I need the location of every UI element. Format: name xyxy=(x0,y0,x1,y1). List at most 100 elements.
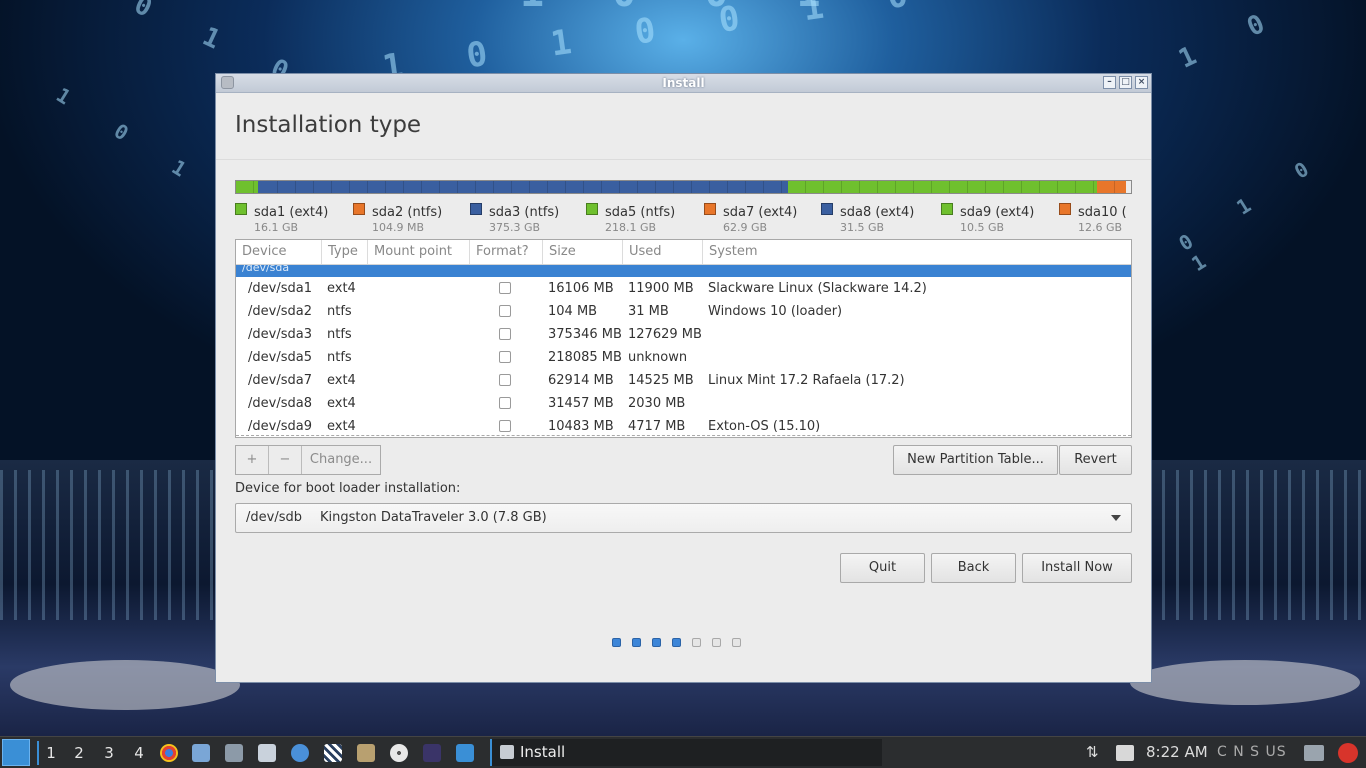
cell-used: 2030 MB xyxy=(628,396,686,411)
gimp-icon[interactable] xyxy=(357,744,375,762)
partition-legend: sda1 (ext4) 16.1 GB sda2 (ntfs) 104.9 MB sda… xyxy=(235,201,1132,235)
cell-size: 375346 MB xyxy=(548,327,622,342)
revert-button[interactable]: Revert xyxy=(1059,445,1132,475)
minimize-icon[interactable]: – xyxy=(1103,76,1116,89)
workspace-4[interactable]: 4 xyxy=(127,741,151,765)
step-dot xyxy=(732,638,741,647)
legend-swatch xyxy=(235,203,247,215)
col-used[interactable]: Used xyxy=(623,240,703,264)
format-checkbox[interactable] xyxy=(499,282,511,294)
col-format[interactable]: Format? xyxy=(470,240,543,264)
system-tools-icon[interactable] xyxy=(258,744,276,762)
col-size[interactable]: Size xyxy=(543,240,623,264)
table-row[interactable]: /dev/sda8 ext4 31457 MB 2030 MB xyxy=(236,392,1131,415)
new-partition-table-button[interactable]: New Partition Table... xyxy=(893,445,1058,475)
workspace-2[interactable]: 2 xyxy=(67,741,91,765)
format-checkbox[interactable] xyxy=(499,328,511,340)
bootloader-select[interactable]: /dev/sdb Kingston DataTraveler 3.0 (7.8 … xyxy=(235,503,1132,533)
disc-icon[interactable] xyxy=(390,744,408,762)
legend-swatch xyxy=(353,203,365,215)
format-checkbox[interactable] xyxy=(499,351,511,363)
chrome-icon[interactable] xyxy=(160,744,178,762)
window-titlebar[interactable]: Install – □ × xyxy=(216,74,1151,93)
step-dot xyxy=(692,638,701,647)
change-partition-button[interactable]: Change... xyxy=(302,446,380,474)
step-dot xyxy=(612,638,621,647)
format-checkbox[interactable] xyxy=(499,374,511,386)
table-row[interactable]: /dev/sda2 ntfs 104 MB 31 MB Windows 10 (load… xyxy=(236,300,1131,323)
legend-swatch xyxy=(586,203,598,215)
logout-icon[interactable] xyxy=(1338,743,1358,763)
maximize-icon[interactable]: □ xyxy=(1119,76,1132,89)
cell-device: /dev/sda7 xyxy=(248,373,312,388)
partition-table: Device Type Mount point Format? Size Use… xyxy=(235,239,1132,438)
col-device[interactable]: Device xyxy=(236,240,322,264)
close-icon[interactable]: × xyxy=(1135,76,1148,89)
workspace-1[interactable]: 1 xyxy=(37,741,63,765)
cell-device: /dev/sda5 xyxy=(248,350,312,365)
legend-name: sda8 (ext4) xyxy=(840,205,915,220)
storage-icon[interactable] xyxy=(1116,745,1134,761)
quit-button[interactable]: Quit xyxy=(840,553,925,583)
format-checkbox[interactable] xyxy=(499,420,511,432)
table-header: Device Type Mount point Format? Size Use… xyxy=(236,240,1131,265)
legend-size: 31.5 GB xyxy=(840,221,885,234)
table-row[interactable]: /dev/sda7 ext4 62914 MB 14525 MB Linux Mint … xyxy=(236,369,1131,392)
legend-swatch xyxy=(1059,203,1071,215)
legend-name: sda10 ( xyxy=(1078,205,1127,220)
cell-system: Windows 10 (loader) xyxy=(708,304,843,319)
cell-used: 127629 MB xyxy=(628,327,702,342)
back-button[interactable]: Back xyxy=(931,553,1016,583)
cell-type: ext4 xyxy=(327,373,356,388)
mail-icon[interactable] xyxy=(291,744,309,762)
legend-name: sda3 (ntfs) xyxy=(489,205,560,220)
cell-type: ntfs xyxy=(327,327,352,342)
clock[interactable]: 8:22 AM xyxy=(1146,737,1208,768)
cell-type: ext4 xyxy=(327,396,356,411)
table-row[interactable]: /dev/sda1 ext4 16106 MB 11900 MB Slackware L… xyxy=(236,277,1131,300)
col-mount-point[interactable]: Mount point xyxy=(368,240,470,264)
step-dot xyxy=(712,638,721,647)
terminal-icon[interactable] xyxy=(225,744,243,762)
table-bottom-edge xyxy=(236,435,1131,437)
legend-name: sda1 (ext4) xyxy=(254,205,329,220)
cell-used: 14525 MB xyxy=(628,373,694,388)
cell-device: /dev/sda2 xyxy=(248,304,312,319)
disk-group-row[interactable]: /dev/sda xyxy=(236,265,1131,277)
divider xyxy=(216,159,1151,160)
start-menu-button[interactable] xyxy=(2,739,30,766)
media-icon[interactable] xyxy=(423,744,441,762)
table-row[interactable]: /dev/sda5 ntfs 218085 MB unknown xyxy=(236,346,1131,369)
config-icon[interactable] xyxy=(324,744,342,762)
partition-segment xyxy=(259,181,788,193)
legend-size: 218.1 GB xyxy=(605,221,657,234)
legend-swatch xyxy=(821,203,833,215)
workspace-3[interactable]: 3 xyxy=(97,741,121,765)
partition-segment xyxy=(1096,181,1127,193)
legend-size: 375.3 GB xyxy=(489,221,541,234)
table-body: /dev/sda1 ext4 16106 MB 11900 MB Slackware L… xyxy=(236,277,1131,437)
install-window: Install – □ × Installation type sda1 (ex… xyxy=(215,73,1152,683)
step-dot xyxy=(632,638,641,647)
cell-device: /dev/sda3 xyxy=(248,327,312,342)
remove-partition-button[interactable]: − xyxy=(269,446,302,474)
cell-device: /dev/sda8 xyxy=(248,396,312,411)
partition-tools: + − Change... xyxy=(235,445,381,475)
legend-name: sda5 (ntfs) xyxy=(605,205,676,220)
step-progress xyxy=(612,638,741,647)
partition-bar xyxy=(235,180,1132,194)
download-icon[interactable] xyxy=(456,744,474,762)
format-checkbox[interactable] xyxy=(499,397,511,409)
file-manager-icon[interactable] xyxy=(192,744,210,762)
col-type[interactable]: Type xyxy=(322,240,368,264)
add-partition-button[interactable]: + xyxy=(236,446,269,474)
col-system[interactable]: System xyxy=(703,240,1131,264)
task-install[interactable]: Install xyxy=(490,739,882,766)
network-status-icon[interactable] xyxy=(1304,745,1324,761)
cell-size: 16106 MB xyxy=(548,281,614,296)
legend-size: 10.5 GB xyxy=(960,221,1005,234)
install-now-button[interactable]: Install Now xyxy=(1022,553,1132,583)
format-checkbox[interactable] xyxy=(499,305,511,317)
network-arrows-icon[interactable]: ⇅ xyxy=(1086,737,1104,768)
table-row[interactable]: /dev/sda3 ntfs 375346 MB 127629 MB xyxy=(236,323,1131,346)
